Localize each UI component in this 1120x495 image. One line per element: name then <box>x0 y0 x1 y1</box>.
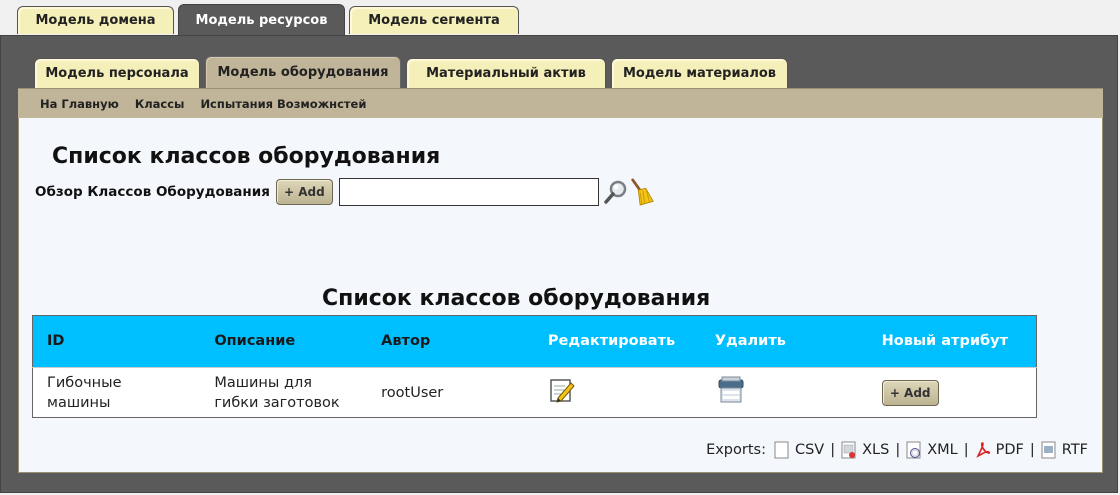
browse-row: Обзор Классов Оборудования + Add <box>35 178 655 206</box>
main-frame: Модель персонала Модель оборудования Мат… <box>0 35 1118 493</box>
tab-resource-model[interactable]: Модель ресурсов <box>178 4 345 36</box>
column-header-id[interactable]: ID <box>32 315 201 368</box>
table-title: Список классов оборудования <box>322 286 711 311</box>
cell-edit <box>533 367 701 418</box>
column-header-edit: Редактировать <box>533 315 701 368</box>
add-class-button[interactable]: + Add <box>275 179 333 205</box>
tab-segment-model[interactable]: Модель сегмента <box>349 6 519 34</box>
export-rtf-link[interactable]: RTF <box>1041 441 1088 459</box>
search-input[interactable] <box>338 178 599 206</box>
exports-bar: Exports: CSV | XLS | XML | PDF | RTF <box>706 441 1088 459</box>
column-header-author[interactable]: Автор <box>367 315 534 368</box>
xml-file-icon <box>906 441 921 459</box>
tab-physical-asset[interactable]: Материальный актив <box>406 58 606 88</box>
cell-new-attribute: + Add <box>867 367 1037 418</box>
top-tab-bar: Модель домена Модель ресурсов Модель сег… <box>0 0 1120 36</box>
tab-equipment-model[interactable]: Модель оборудования <box>205 56 401 88</box>
delete-icon[interactable] <box>715 374 747 412</box>
cell-id: Гибочные машины <box>32 367 201 418</box>
tab-domain-model[interactable]: Модель домена <box>17 6 174 34</box>
exports-label: Exports: <box>706 442 766 458</box>
table-row: Гибочные машины Машины для гибки заготов… <box>32 367 1037 418</box>
pdf-file-icon <box>975 442 990 458</box>
edit-icon[interactable] <box>548 376 576 410</box>
export-csv-link[interactable]: CSV <box>774 441 824 459</box>
cell-delete <box>700 367 868 418</box>
tab-material-model[interactable]: Модель материалов <box>611 58 788 88</box>
tab-personnel-model[interactable]: Модель персонала <box>34 58 200 88</box>
cell-author: rootUser <box>367 367 534 418</box>
column-header-description[interactable]: Описание <box>200 315 368 368</box>
cell-description: Машины для гибки заготовок <box>200 367 368 418</box>
export-xml-link[interactable]: XML <box>906 441 958 459</box>
column-header-new-attribute: Новый атрибут <box>867 315 1037 368</box>
nav-home-link[interactable]: На Главную <box>40 97 119 111</box>
add-attribute-button[interactable]: + Add <box>881 379 939 406</box>
equipment-class-table: ID Описание Автор Редактировать Удалить … <box>32 315 1037 418</box>
nav-capability-tests-link[interactable]: Испытания Возможнстей <box>200 97 366 111</box>
rtf-file-icon <box>1041 441 1056 459</box>
clear-broom-icon[interactable] <box>629 178 655 206</box>
search-icon[interactable] <box>603 178 629 206</box>
browse-label: Обзор Классов Оборудования <box>35 184 270 200</box>
content-panel: Список классов оборудования Обзор Классо… <box>18 118 1103 473</box>
secondary-nav: На Главную Классы Испытания Возможнстей <box>18 88 1103 118</box>
export-pdf-link[interactable]: PDF <box>975 441 1024 459</box>
table-header-row: ID Описание Автор Редактировать Удалить … <box>32 315 1037 368</box>
page-title: Список классов оборудования <box>52 144 441 169</box>
nav-classes-link[interactable]: Классы <box>135 97 185 111</box>
csv-file-icon <box>774 441 789 459</box>
export-xls-link[interactable]: XLS <box>841 441 889 459</box>
xls-file-icon <box>841 441 856 459</box>
column-header-delete: Удалить <box>700 315 868 368</box>
